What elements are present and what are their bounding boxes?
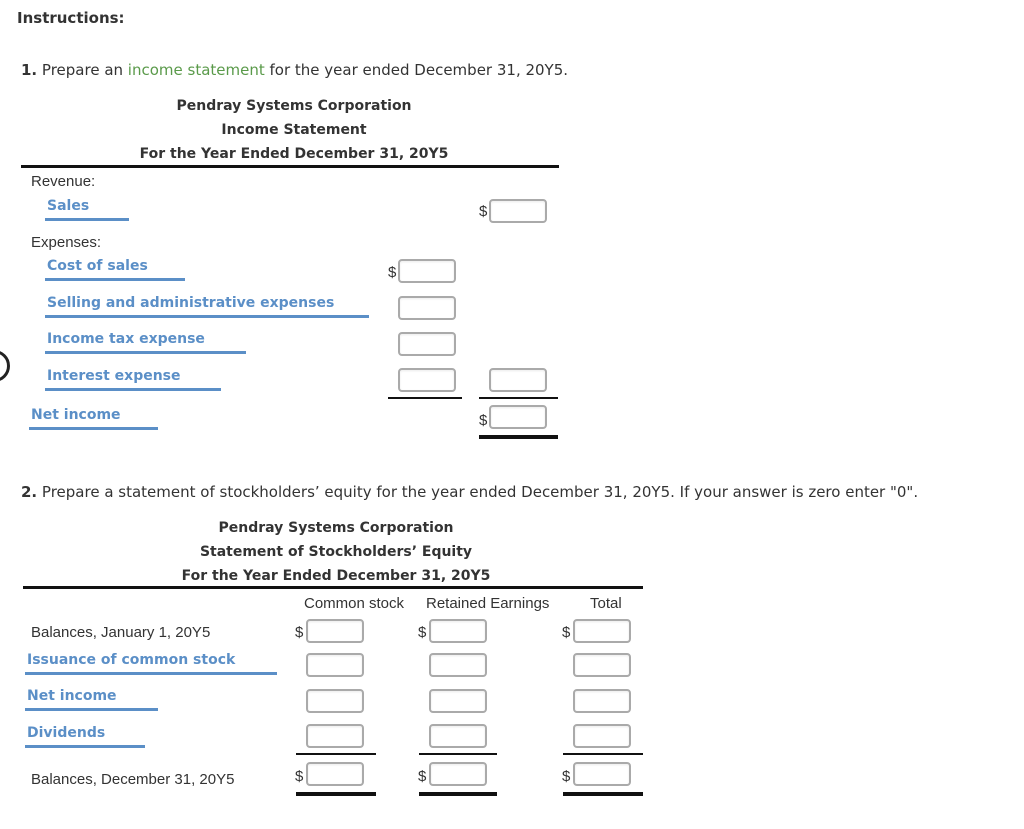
dollar-sign: $ [295,624,304,641]
jan-common-stock-input[interactable] [306,619,364,643]
sales-label[interactable]: Sales [45,198,129,221]
dollar-sign: $ [562,768,571,785]
dividends-retained-earnings-input[interactable] [429,724,487,748]
column-header-total: Total [590,595,622,612]
dec-retained-earnings-input[interactable] [429,762,487,786]
question-2-prompt: 2. Prepare a statement of stockholders’ … [21,483,918,501]
expenses-label: Expenses: [31,234,102,251]
se-period: For the Year Ended December 31, 20Y5 [181,568,491,584]
dollar-sign: $ [295,768,304,785]
row-balances-jan-label: Balances, January 1, 20Y5 [31,624,211,641]
sales-dollar-sign: $ [479,203,488,220]
cost-of-sales-input[interactable] [398,259,456,283]
se-header-rule [23,586,643,589]
row-net-income-label[interactable]: Net income [25,688,158,711]
issuance-retained-earnings-input[interactable] [429,653,487,677]
total-expenses-input[interactable] [489,368,547,392]
dec-total-input[interactable] [573,762,631,786]
common-stock-double-rule [296,792,376,796]
expenses-subtotal-rule [388,397,462,399]
dollar-sign: $ [418,768,427,785]
expense-label-interest[interactable]: Interest expense [45,368,221,391]
total-subtotal-rule [563,753,643,755]
selling-admin-input[interactable] [398,296,456,320]
total-double-rule [563,792,643,796]
column-header-retained-earnings: Retained Earnings [426,595,550,612]
row-dividends-label[interactable]: Dividends [25,725,145,748]
dec-common-stock-input[interactable] [306,762,364,786]
jan-total-input[interactable] [573,619,631,643]
expense-label-selling-admin[interactable]: Selling and administrative expenses [45,295,369,318]
question-1-prompt: 1. Prepare an income statement for the y… [21,61,568,79]
jan-retained-earnings-input[interactable] [429,619,487,643]
dollar-sign: $ [562,624,571,641]
net-income-total-input[interactable] [573,689,631,713]
is-period: For the Year Ended December 31, 20Y5 [139,146,449,162]
revenue-label: Revenue: [31,173,96,190]
se-statement-title: Statement of Stockholders’ Equity [199,544,473,560]
question-1-text-before: Prepare an [41,61,124,79]
is-company-name: Pendray Systems Corporation [176,98,412,114]
common-stock-subtotal-rule [296,753,376,755]
row-balances-dec-label: Balances, December 31, 20Y5 [31,771,235,788]
dividends-total-input[interactable] [573,724,631,748]
expense-label-cost-of-sales[interactable]: Cost of sales [45,258,185,281]
net-income-input[interactable] [489,405,547,429]
net-income-double-rule [479,435,558,439]
question-2-number: 2. [21,483,38,501]
row-issuance-label[interactable]: Issuance of common stock [25,652,277,675]
question-2-text: Prepare a statement of stockholders’ equ… [41,483,919,501]
total-expenses-rule [479,397,558,399]
is-statement-title: Income Statement [221,122,367,138]
issuance-common-stock-input[interactable] [306,653,364,677]
retained-earnings-subtotal-rule [419,753,497,755]
question-1-text-after: for the year ended December 31, 20Y5. [269,61,569,79]
partial-circle-decoration [0,350,10,382]
net-income-retained-earnings-input[interactable] [429,689,487,713]
is-header-rule [21,165,559,168]
issuance-total-input[interactable] [573,653,631,677]
instructions-title: Instructions: [17,9,125,27]
net-income-label[interactable]: Net income [29,407,158,430]
income-statement-link[interactable]: income statement [128,61,265,79]
income-tax-input[interactable] [398,332,456,356]
se-company-name: Pendray Systems Corporation [218,520,454,536]
net-income-common-stock-input[interactable] [306,689,364,713]
dividends-common-stock-input[interactable] [306,724,364,748]
net-income-dollar-sign: $ [479,412,488,429]
dollar-sign: $ [418,624,427,641]
retained-earnings-double-rule [419,792,497,796]
interest-input[interactable] [398,368,456,392]
sales-input[interactable] [489,199,547,223]
expense-label-income-tax[interactable]: Income tax expense [45,331,246,354]
question-1-number: 1. [21,61,38,79]
column-header-common-stock: Common stock [304,595,405,612]
cost-of-sales-dollar-sign: $ [388,264,397,281]
